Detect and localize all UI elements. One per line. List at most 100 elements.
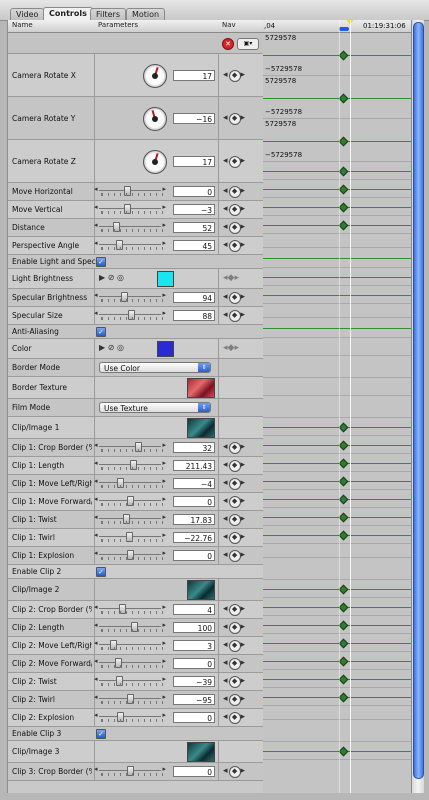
- playhead-line[interactable]: [350, 20, 351, 793]
- mode-popup[interactable]: Use Texture ⇕: [99, 402, 211, 413]
- prev-keyframe-icon[interactable]: ◂: [223, 186, 228, 196]
- add-keyframe-icon[interactable]: ◆: [228, 186, 241, 198]
- next-keyframe-icon[interactable]: ▸: [241, 694, 246, 704]
- value-field[interactable]: −3: [173, 204, 215, 215]
- add-keyframe-icon[interactable]: ◆: [228, 622, 241, 634]
- keyframe-icon[interactable]: [338, 494, 349, 505]
- timeline-row[interactable]: [263, 198, 411, 216]
- value-field[interactable]: 52: [173, 222, 215, 233]
- value-slider[interactable]: [94, 513, 166, 524]
- timeline-row[interactable]: 5729578 −5729578: [263, 33, 411, 76]
- value-field[interactable]: 88: [173, 310, 215, 321]
- prev-keyframe-icon[interactable]: ◂: [223, 640, 228, 650]
- value-slider[interactable]: [94, 693, 166, 704]
- enable-checkbox[interactable]: ✓: [96, 567, 106, 577]
- timeline-row[interactable]: [263, 318, 411, 338]
- prev-keyframe-icon[interactable]: ◂: [223, 604, 228, 614]
- value-field[interactable]: 0: [173, 550, 215, 561]
- add-keyframe-icon[interactable]: ◆: [228, 496, 241, 508]
- timeline-row[interactable]: [263, 472, 411, 490]
- timeline-row[interactable]: [263, 598, 411, 616]
- timeline-row[interactable]: [263, 508, 411, 526]
- next-keyframe-icon[interactable]: ▸: [241, 113, 246, 123]
- angle-dial[interactable]: [143, 63, 167, 88]
- prev-keyframe-icon[interactable]: ◂: [223, 766, 228, 776]
- next-keyframe-icon[interactable]: ▸: [241, 186, 246, 196]
- timeline-row[interactable]: [263, 418, 411, 436]
- keyframe-timeline[interactable]: ,04 01:19:31:06 5729578 −5729578 5729578 −5…: [263, 20, 411, 793]
- image-well[interactable]: [187, 580, 215, 600]
- value-slider[interactable]: [94, 549, 166, 560]
- keyframe-icon[interactable]: [338, 440, 349, 451]
- value-slider[interactable]: [94, 203, 166, 214]
- prev-keyframe-icon[interactable]: ◂: [223, 292, 228, 302]
- value-field[interactable]: 0: [173, 712, 215, 723]
- mode-popup[interactable]: Use Color ⇕: [99, 362, 211, 373]
- prev-keyframe-icon[interactable]: ◂: [223, 532, 228, 542]
- add-keyframe-icon[interactable]: ◆: [228, 460, 241, 472]
- next-keyframe-icon[interactable]: ▸: [241, 222, 246, 232]
- timeline-row[interactable]: [263, 688, 411, 706]
- add-keyframe-icon[interactable]: ◆: [228, 640, 241, 652]
- next-keyframe-icon[interactable]: ▸: [241, 514, 246, 524]
- timeline-row[interactable]: [263, 304, 411, 318]
- value-field[interactable]: 17: [173, 69, 215, 81]
- timeline-row[interactable]: [263, 652, 411, 670]
- timeline-row[interactable]: [263, 706, 411, 720]
- prev-keyframe-icon[interactable]: ◂: [223, 622, 228, 632]
- add-keyframe-icon[interactable]: ◆: [228, 766, 241, 778]
- timeline-row[interactable]: [263, 558, 411, 580]
- value-field[interactable]: 94: [173, 292, 215, 303]
- next-keyframe-icon[interactable]: ▸: [241, 292, 246, 302]
- value-field[interactable]: 0: [173, 186, 215, 197]
- next-keyframe-icon[interactable]: ▸: [241, 658, 246, 668]
- prev-keyframe-icon[interactable]: ◂: [223, 240, 228, 250]
- prev-keyframe-icon[interactable]: ◂: [223, 496, 228, 506]
- vertical-scrollbar[interactable]: [411, 20, 424, 793]
- keyframe-icon[interactable]: [338, 166, 349, 177]
- value-field[interactable]: −39: [173, 676, 215, 687]
- value-slider[interactable]: [94, 621, 166, 632]
- keyframe-icon[interactable]: [338, 602, 349, 613]
- add-keyframe-icon[interactable]: ◆: [228, 310, 241, 322]
- timeline-row[interactable]: [263, 268, 411, 286]
- add-keyframe-icon[interactable]: ◆: [228, 658, 241, 670]
- value-slider[interactable]: [94, 711, 166, 722]
- reset-all-icon[interactable]: ✕: [222, 38, 234, 50]
- color-swatch[interactable]: [157, 271, 174, 287]
- value-slider[interactable]: [94, 221, 166, 232]
- eyedropper-icon[interactable]: ⊘: [108, 273, 117, 282]
- next-keyframe-icon[interactable]: ▸: [241, 156, 246, 166]
- add-keyframe-icon[interactable]: ◆: [228, 712, 241, 724]
- timeline-row[interactable]: [263, 720, 411, 742]
- value-slider[interactable]: [94, 675, 166, 686]
- add-keyframe-icon[interactable]: ◆: [228, 604, 241, 616]
- add-keyframe-icon[interactable]: ◆: [228, 514, 241, 526]
- keyframe-icon[interactable]: [338, 530, 349, 541]
- value-slider[interactable]: [94, 765, 166, 776]
- next-keyframe-icon[interactable]: ▸: [241, 240, 246, 250]
- timeline-row[interactable]: [263, 436, 411, 454]
- keyframe-icon[interactable]: [338, 422, 349, 433]
- prev-keyframe-icon[interactable]: ◂: [223, 460, 228, 470]
- next-keyframe-icon[interactable]: ▸: [241, 70, 246, 80]
- keyframe-icon[interactable]: [338, 620, 349, 631]
- value-slider[interactable]: [94, 309, 166, 320]
- prev-keyframe-icon[interactable]: ◂: [223, 70, 228, 80]
- value-field[interactable]: 211.43: [173, 460, 215, 471]
- value-field[interactable]: 3: [173, 640, 215, 651]
- next-keyframe-icon[interactable]: ▸: [241, 766, 246, 776]
- next-keyframe-icon[interactable]: ▸: [241, 622, 246, 632]
- prev-keyframe-icon[interactable]: ◂: [223, 658, 228, 668]
- keyframe-icon[interactable]: [338, 93, 349, 103]
- keyframe-icon[interactable]: [338, 136, 349, 146]
- next-keyframe-icon[interactable]: ▸: [241, 532, 246, 542]
- timeline-row[interactable]: [263, 396, 411, 418]
- add-keyframe-icon[interactable]: ◆: [228, 69, 241, 82]
- next-keyframe-icon[interactable]: ▸: [241, 204, 246, 214]
- disclosure-triangle-icon[interactable]: ▶: [99, 273, 108, 282]
- value-field[interactable]: 0: [173, 496, 215, 507]
- add-keyframe-icon[interactable]: ◆: [228, 155, 241, 168]
- timeline-row[interactable]: 5729578 −5729578: [263, 119, 411, 162]
- timeline-row[interactable]: [263, 544, 411, 558]
